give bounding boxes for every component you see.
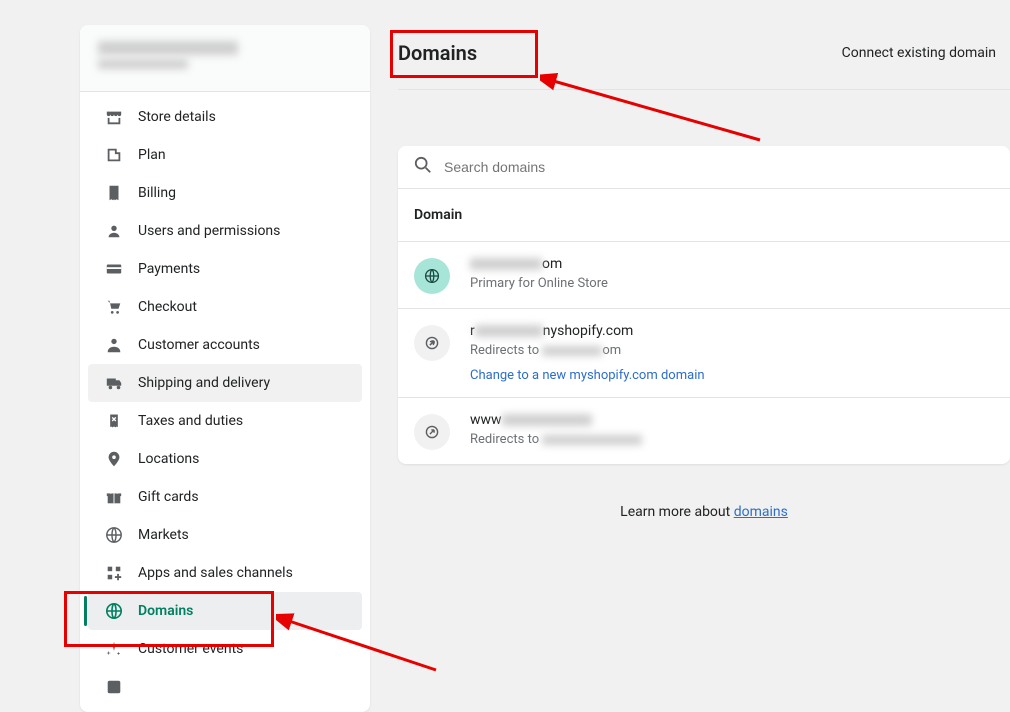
sidebar-item-markets[interactable]: Markets [88,516,362,554]
receipt-icon [104,411,124,431]
domain-row-www[interactable]: www Redirects to [398,398,1010,464]
redirect-icon [414,325,450,361]
sidebar-item-apps[interactable]: Apps and sales channels [88,554,362,592]
sidebar-item-label: Domains [138,603,193,619]
page-title: Domains [398,41,477,65]
gift-icon [104,487,124,507]
billing-icon [104,183,124,203]
domain-status: Primary for Online Store [470,276,994,291]
domain-icon [104,601,124,621]
sidebar-item-label: Users and permissions [138,223,280,239]
search-icon [414,156,432,178]
search-bar[interactable] [398,146,1010,189]
sidebar-item-label: Customer events [138,641,243,657]
sidebar-item-label: Checkout [138,299,197,315]
domain-name: www [470,412,994,428]
apps-icon [104,563,124,583]
sidebar-item-label: Taxes and duties [138,413,243,429]
account-icon [104,335,124,355]
sidebar-item-label: Customer accounts [138,337,260,353]
settings-nav: Store details Plan Billing Users and per… [80,92,370,712]
sidebar-item-label: Gift cards [138,489,199,505]
sidebar-item-shipping[interactable]: Shipping and delivery [88,364,362,402]
sidebar-item-locations[interactable]: Locations [88,440,362,478]
sidebar-item-label: Shipping and delivery [138,375,270,391]
sidebar-item-label: Billing [138,185,176,201]
sidebar-item-domains[interactable]: Domains [88,592,362,630]
sidebar-item-customer-events[interactable]: Customer events [88,630,362,668]
domain-status: Redirects to [470,432,994,447]
settings-sidebar: Store details Plan Billing Users and per… [80,25,370,712]
sidebar-item-users[interactable]: Users and permissions [88,212,362,250]
domain-name: rnyshopify.com [470,323,994,339]
sidebar-item-plan[interactable]: Plan [88,136,362,174]
sidebar-item-label: Payments [138,261,200,277]
sidebar-item-gift-cards[interactable]: Gift cards [88,478,362,516]
main-content: Domains Connect existing domain Domain o… [398,25,1010,712]
domains-card: Domain om Primary for Online Store [398,146,1010,464]
truck-icon [104,373,124,393]
domain-row-primary[interactable]: om Primary for Online Store [398,242,1010,309]
sidebar-item-store-details[interactable]: Store details [88,98,362,136]
search-input[interactable] [444,159,994,175]
sidebar-item-more[interactable] [88,668,362,706]
domain-row-shopify[interactable]: rnyshopify.com Redirects to om Change to… [398,309,1010,398]
sidebar-item-label: Markets [138,527,189,543]
card-icon [104,259,124,279]
pin-icon [104,449,124,469]
globe-icon [414,258,450,294]
sidebar-item-label: Apps and sales channels [138,565,293,581]
globe-icon [104,525,124,545]
sidebar-item-label: Locations [138,451,199,467]
page-header: Domains Connect existing domain [398,25,1010,90]
sidebar-item-checkout[interactable]: Checkout [88,288,362,326]
brand-icon [104,677,124,697]
learn-more-link[interactable]: domains [734,504,788,520]
sidebar-item-payments[interactable]: Payments [88,250,362,288]
sidebar-item-customer-accounts[interactable]: Customer accounts [88,326,362,364]
learn-more-text: Learn more about domains [398,504,1010,520]
plan-icon [104,145,124,165]
redirect-icon [414,414,450,450]
connect-domain-button[interactable]: Connect existing domain [842,45,996,61]
sidebar-item-label: Plan [138,147,166,163]
store-icon [104,107,124,127]
change-domain-link[interactable]: Change to a new myshopify.com domain [470,368,994,383]
sparkle-icon [104,639,124,659]
cart-icon [104,297,124,317]
domain-name: om [470,256,994,272]
sidebar-item-label: Store details [138,109,216,125]
table-header-domain: Domain [398,189,1010,242]
sidebar-item-taxes[interactable]: Taxes and duties [88,402,362,440]
domain-status: Redirects to om [470,343,994,358]
sidebar-item-billing[interactable]: Billing [88,174,362,212]
user-icon [104,221,124,241]
sidebar-header [80,25,370,92]
